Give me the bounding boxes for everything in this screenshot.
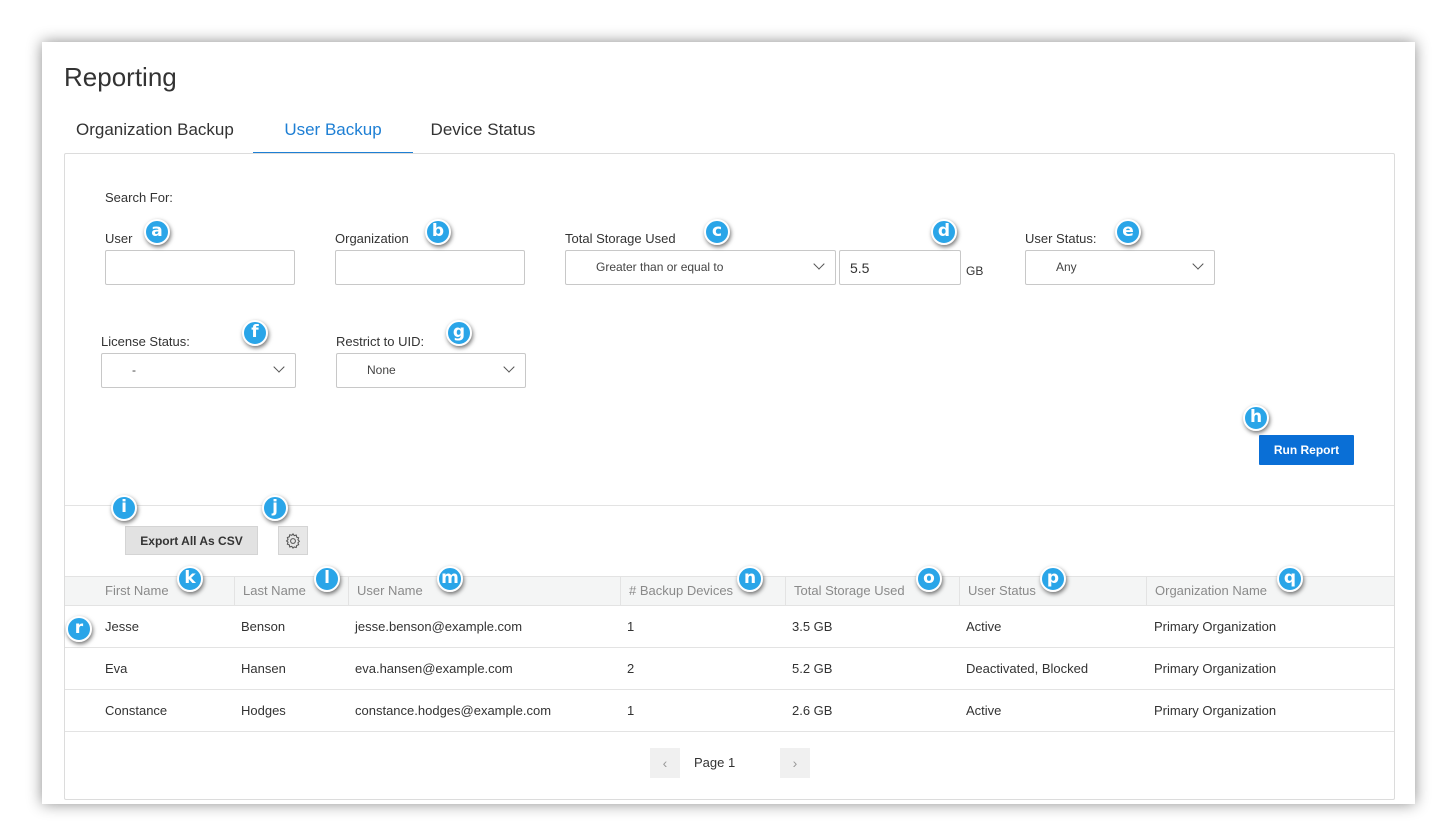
callout-badge-n: n — [737, 566, 763, 592]
user-input[interactable] — [105, 250, 295, 285]
callout-badge-h: h — [1243, 405, 1269, 431]
organization-label: Organization — [335, 231, 409, 246]
table-row[interactable]: Eva Hansen eva.hansen@example.com 2 5.2 … — [65, 648, 1394, 690]
callout-badge-q: q — [1277, 566, 1303, 592]
chevron-down-icon — [813, 258, 825, 270]
column-header-organization-name[interactable]: Organization Name — [1146, 577, 1394, 605]
cell-user-name: eva.hansen@example.com — [355, 661, 513, 676]
callout-badge-i: i — [111, 495, 137, 521]
user-status-select[interactable]: Any — [1025, 250, 1215, 285]
license-status-label: License Status: — [101, 334, 190, 349]
reporting-window: Reporting Organization Backup User Backu… — [42, 42, 1415, 804]
cell-user-status: Active — [966, 703, 1002, 718]
storage-operator-value: Greater than or equal to — [596, 260, 724, 274]
callout-badge-m: m — [437, 566, 463, 592]
cell-last-name: Hodges — [241, 703, 286, 718]
cell-user-name: constance.hodges@example.com — [355, 703, 552, 718]
export-csv-button[interactable]: Export All As CSV — [125, 526, 258, 555]
gear-icon — [285, 532, 301, 549]
storage-operator-select[interactable]: Greater than or equal to — [565, 250, 836, 285]
storage-value-input[interactable] — [839, 250, 961, 285]
callout-badge-k: k — [177, 566, 203, 592]
user-label: User — [105, 231, 133, 246]
cell-total-storage: 3.5 GB — [792, 619, 833, 634]
tab-organization-backup[interactable]: Organization Backup — [64, 112, 253, 154]
tab-device-status[interactable]: Device Status — [413, 112, 553, 154]
storage-label: Total Storage Used — [565, 231, 676, 246]
restrict-uid-value: None — [367, 363, 396, 377]
cell-backup-devices: 1 — [627, 703, 635, 718]
report-panel: Search For: User Organization Total Stor… — [64, 153, 1395, 800]
cell-total-storage: 2.6 GB — [792, 703, 833, 718]
callout-badge-l: l — [314, 566, 340, 592]
cell-backup-devices: 2 — [627, 661, 635, 676]
callout-badge-c: c — [704, 219, 730, 245]
pagination: ‹ Page 1 › — [650, 748, 810, 778]
tab-user-backup[interactable]: User Backup — [253, 112, 413, 154]
callout-badge-o: o — [916, 566, 942, 592]
cell-last-name: Hansen — [241, 661, 286, 676]
column-header-user-name[interactable]: User Name — [348, 577, 620, 605]
chevron-down-icon — [1192, 258, 1204, 270]
page-title: Reporting — [64, 62, 177, 92]
column-settings-button[interactable] — [278, 526, 308, 555]
table-row[interactable]: Constance Hodges constance.hodges@exampl… — [65, 690, 1394, 732]
callout-badge-d: d — [931, 219, 957, 245]
callout-badge-a: a — [144, 219, 170, 245]
cell-organization-name: Primary Organization — [1154, 619, 1277, 634]
callout-badge-j: j — [262, 495, 288, 521]
chevron-down-icon — [503, 361, 515, 373]
cell-user-status: Active — [966, 619, 1002, 634]
search-heading: Search For: — [105, 190, 173, 205]
cell-backup-devices: 1 — [627, 619, 635, 634]
callout-badge-r: r — [66, 616, 92, 642]
cell-organization-name: Primary Organization — [1154, 703, 1277, 718]
cell-user-name: jesse.benson@example.com — [355, 619, 523, 634]
storage-unit: GB — [966, 264, 984, 278]
report-tabs: Organization Backup User Backup Device S… — [64, 112, 553, 154]
license-status-value: - — [132, 363, 136, 377]
cell-last-name: Benson — [241, 619, 286, 634]
restrict-uid-label: Restrict to UID: — [336, 334, 425, 349]
cell-organization-name: Primary Organization — [1154, 661, 1277, 676]
table-row[interactable]: Jesse Benson jesse.benson@example.com 1 … — [65, 606, 1394, 648]
callout-badge-f: f — [242, 320, 268, 346]
chevron-down-icon — [273, 361, 285, 373]
cell-total-storage: 5.2 GB — [792, 661, 833, 676]
cell-first-name: Jesse — [105, 619, 139, 634]
callout-badge-e: e — [1115, 219, 1141, 245]
run-report-button[interactable]: Run Report — [1259, 435, 1354, 465]
cell-user-status: Deactivated, Blocked — [966, 661, 1089, 676]
callout-badge-b: b — [425, 219, 451, 245]
cell-first-name: Constance — [105, 703, 168, 718]
cell-first-name: Eva — [105, 661, 128, 676]
user-status-label: User Status: — [1025, 231, 1097, 246]
page-indicator: Page 1 — [694, 755, 736, 770]
column-header-first-name[interactable]: First Name — [97, 577, 234, 605]
user-status-value: Any — [1056, 260, 1077, 274]
organization-input[interactable] — [335, 250, 525, 285]
previous-page-button[interactable]: ‹ — [650, 748, 680, 778]
next-page-button[interactable]: › — [780, 748, 810, 778]
callout-badge-g: g — [446, 320, 472, 346]
callout-badge-p: p — [1040, 566, 1066, 592]
restrict-uid-select[interactable]: None — [336, 353, 526, 388]
table-header: First Name Last Name User Name # Backup … — [65, 576, 1394, 606]
license-status-select[interactable]: - — [101, 353, 296, 388]
